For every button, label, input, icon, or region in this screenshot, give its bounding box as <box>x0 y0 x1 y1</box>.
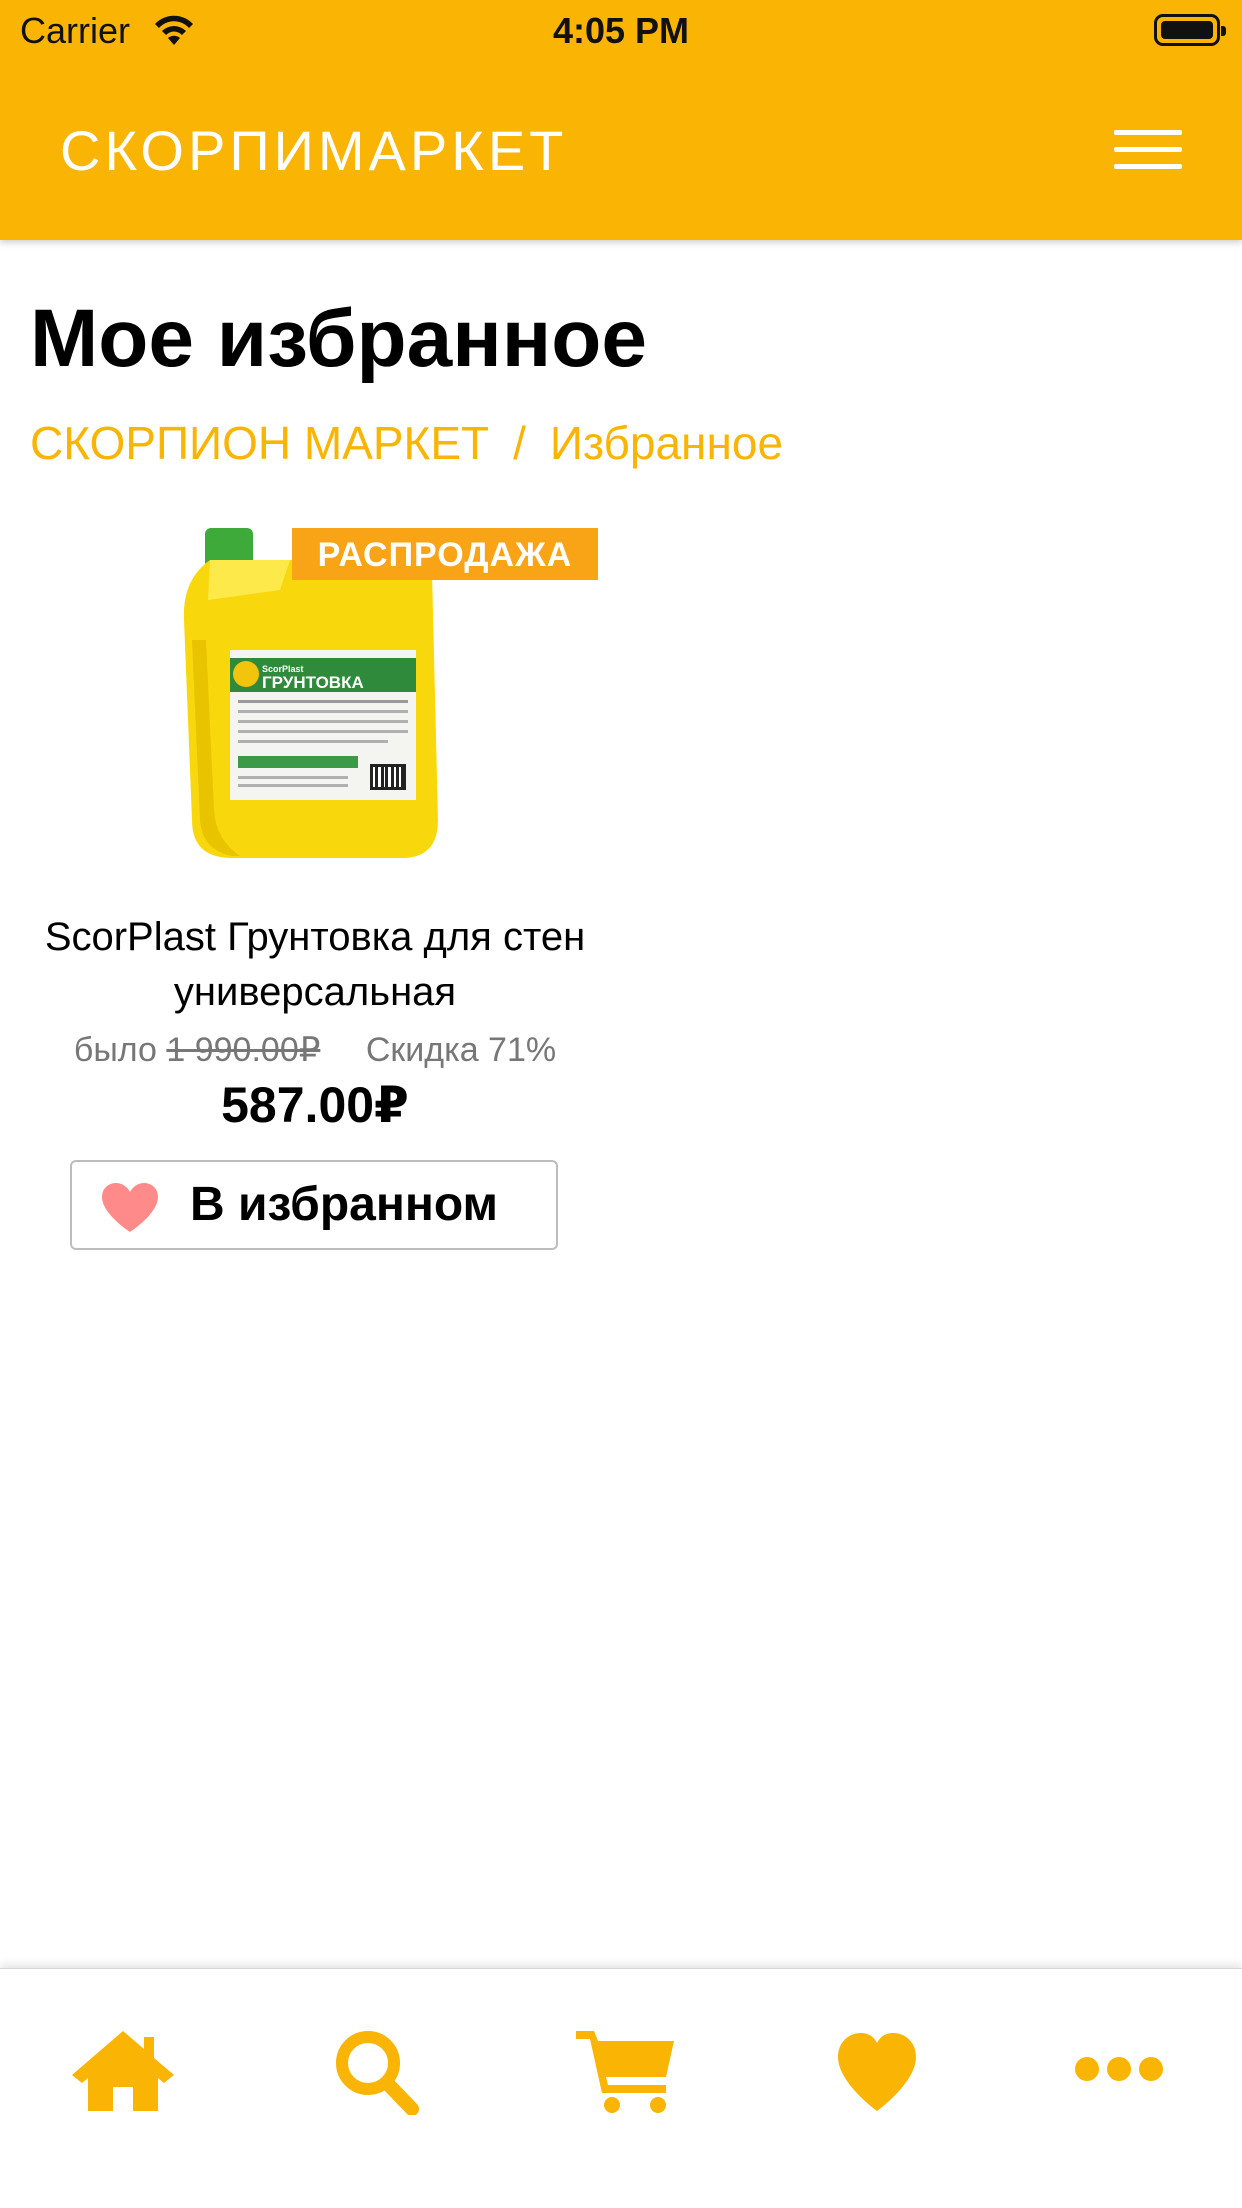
battery-icon <box>1154 14 1226 46</box>
more-icon <box>1075 2057 1163 2081</box>
current-price: 587.00₽ <box>221 1077 409 1133</box>
in-favorites-button[interactable]: В избранном <box>70 1160 558 1250</box>
in-favorites-label: В избранном <box>190 1178 499 1231</box>
breadcrumb-home-link[interactable]: СКОРПИОН МАРКЕТ <box>30 417 489 469</box>
old-price: 1 990.00₽ <box>166 1031 321 1069</box>
tab-favorites[interactable] <box>822 2025 932 2115</box>
hamburger-menu-icon[interactable] <box>1114 126 1182 174</box>
heart-icon <box>838 2033 916 2111</box>
product-card: ScorPlast ГРУНТОВКА РАСПРОДАЖА ScorPlast… <box>30 510 600 1250</box>
home-icon <box>72 2031 174 2111</box>
heart-icon <box>102 1183 158 1232</box>
bottom-tab-bar <box>0 1968 1242 2208</box>
breadcrumb-separator: / <box>513 417 526 469</box>
breadcrumb: СКОРПИОН МАРКЕТ / Избранное <box>30 416 783 470</box>
tab-home[interactable] <box>68 2025 178 2115</box>
tab-cart[interactable] <box>574 2025 684 2115</box>
breadcrumb-current: Избранное <box>549 417 784 469</box>
search-icon <box>336 2031 419 2116</box>
cart-icon <box>576 2031 674 2113</box>
page-title: Мое избранное <box>30 293 648 384</box>
discount-label: Скидка 71% <box>365 1031 557 1069</box>
old-price-prefix: было <box>73 1031 157 1069</box>
tab-search[interactable] <box>322 2025 432 2116</box>
app-header: Carrier 4:05 PM СКОРПИМАРКЕТ <box>0 0 1242 240</box>
brand-logo[interactable]: СКОРПИМАРКЕТ <box>60 118 567 183</box>
label-product-text: ГРУНТОВКА <box>262 673 364 692</box>
old-price-line: было 1 990.00₽ Скидка 71% <box>30 1030 600 1070</box>
tab-more[interactable] <box>1064 2025 1174 2115</box>
status-time: 4:05 PM <box>552 10 690 51</box>
product-name[interactable]: ScorPlast Грунтовка для стен универсальн… <box>30 910 600 1020</box>
sale-badge: РАСПРОДАЖА <box>292 528 598 580</box>
status-bar: Carrier 4:05 PM <box>0 0 1242 62</box>
